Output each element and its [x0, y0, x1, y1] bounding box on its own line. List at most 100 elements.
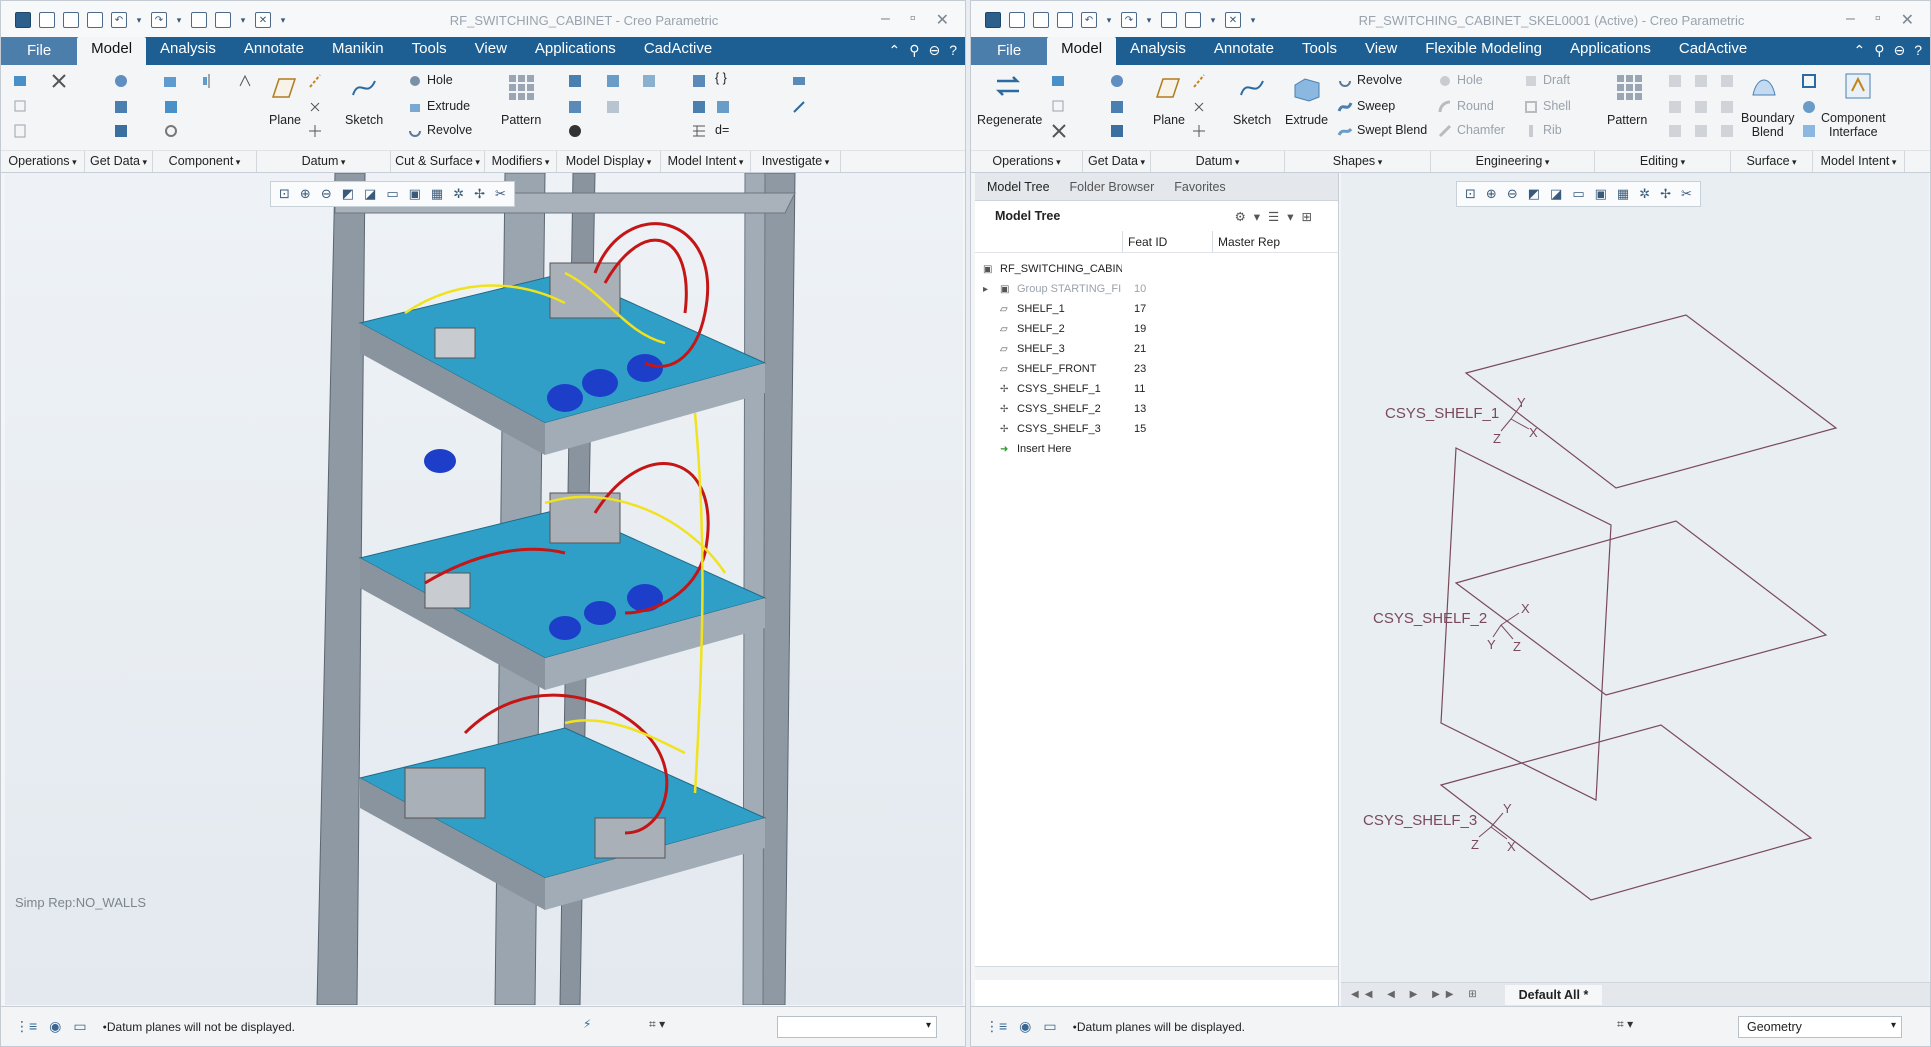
- datum-display-icon[interactable]: ✲: [453, 186, 464, 202]
- group-component[interactable]: Component: [153, 151, 257, 172]
- refit-icon[interactable]: ⊡: [1465, 186, 1476, 202]
- display-style-icon[interactable]: [605, 99, 621, 115]
- tab-annotate[interactable]: Annotate: [230, 37, 318, 65]
- repeat-icon[interactable]: [163, 123, 179, 139]
- group-operations[interactable]: Operations: [1, 151, 85, 172]
- creo-app-icon[interactable]: [15, 12, 31, 28]
- measure-icon[interactable]: [791, 73, 807, 89]
- repaint-icon[interactable]: ◩: [342, 186, 354, 202]
- column-master-rep[interactable]: Master Rep: [1212, 231, 1322, 252]
- drag-components-icon[interactable]: [237, 73, 253, 89]
- boundary-blend-icon[interactable]: [1749, 71, 1779, 101]
- plane-icon[interactable]: [1151, 73, 1181, 103]
- mirror-icon[interactable]: [201, 73, 217, 89]
- display-style-icon[interactable]: ◪: [1550, 186, 1562, 202]
- chevron-down-icon[interactable]: ▾: [135, 12, 143, 28]
- tab-applications[interactable]: Applications: [521, 37, 630, 65]
- group-get-data[interactable]: Get Data: [85, 151, 153, 172]
- regenerate-icon[interactable]: [1161, 12, 1177, 28]
- shell-button[interactable]: Shell: [1543, 99, 1571, 113]
- pattern-icon[interactable]: [1615, 73, 1645, 103]
- zoom-in-icon[interactable]: ⊕: [1486, 186, 1497, 202]
- shading-icon[interactable]: [567, 123, 583, 139]
- tab-analysis[interactable]: Analysis: [146, 37, 230, 65]
- parameters-icon[interactable]: [691, 73, 707, 89]
- group-investigate[interactable]: Investigate: [751, 151, 841, 172]
- plane-button[interactable]: Plane: [1153, 113, 1185, 127]
- chevron-down-icon[interactable]: ▾: [175, 12, 183, 28]
- search-icon[interactable]: ⚲: [909, 42, 919, 59]
- zoom-out-icon[interactable]: ⊖: [1507, 186, 1518, 202]
- extrude-icon[interactable]: [1291, 73, 1321, 103]
- saved-orientations-icon[interactable]: ▭: [1572, 186, 1584, 202]
- close-window-icon[interactable]: ✕: [255, 12, 271, 28]
- settings-icon[interactable]: ⊖: [1893, 42, 1905, 59]
- maximize-icon[interactable]: ▫: [1875, 10, 1881, 30]
- zoom-out-icon[interactable]: ⊖: [321, 186, 332, 202]
- point-icon[interactable]: [307, 99, 323, 115]
- tab-flexible-modeling[interactable]: Flexible Modeling: [1411, 37, 1556, 65]
- tab-cadactive[interactable]: CadActive: [630, 37, 726, 65]
- regenerate-icon[interactable]: [993, 71, 1023, 101]
- style-icon[interactable]: [1801, 73, 1817, 89]
- manage-views-icon[interactable]: [605, 73, 621, 89]
- perspective-icon[interactable]: ▦: [1617, 186, 1629, 202]
- hole-button[interactable]: Hole: [427, 73, 453, 87]
- help-icon[interactable]: ?: [949, 42, 957, 59]
- appearance-gallery-icon[interactable]: [567, 73, 583, 89]
- help-icon[interactable]: ?: [1914, 42, 1922, 59]
- regenerate-button[interactable]: Regenerate: [977, 113, 1042, 127]
- group-surface[interactable]: Surface: [1731, 151, 1813, 172]
- tab-folder-browser[interactable]: Folder Browser: [1062, 176, 1163, 198]
- group-operations[interactable]: Operations: [971, 151, 1083, 172]
- revolve-icon[interactable]: [1337, 73, 1353, 89]
- full-screen-icon[interactable]: ▭: [1043, 1018, 1056, 1035]
- relations-icon[interactable]: d=: [715, 123, 729, 137]
- chevron-down-icon[interactable]: ▾: [1145, 12, 1153, 28]
- datum-plane-shelf-3[interactable]: [1439, 724, 1813, 901]
- tab-favorites[interactable]: Favorites: [1166, 176, 1233, 198]
- tab-file[interactable]: File: [1, 37, 78, 65]
- axis-icon[interactable]: [307, 73, 323, 89]
- minimize-icon[interactable]: –: [1846, 10, 1855, 30]
- close-icon[interactable]: ✕: [936, 10, 949, 30]
- shrinkwrap-icon[interactable]: [113, 123, 129, 139]
- tab-file[interactable]: File: [971, 37, 1048, 65]
- merge-icon[interactable]: [1109, 123, 1125, 139]
- graphics-area[interactable]: ⊡ ⊕ ⊖ ◩ ◪ ▭ ▣ ▦ ✲ ✢ ✂ Simp Rep:NO_WALLS: [5, 173, 963, 1005]
- spin-center-icon[interactable]: ✢: [1660, 186, 1671, 202]
- user-defined-feature-icon[interactable]: [13, 73, 29, 89]
- sketch-button[interactable]: Sketch: [345, 113, 383, 127]
- save-icon[interactable]: [87, 12, 103, 28]
- regenerate-icon[interactable]: [191, 12, 207, 28]
- tree-item-csys-shelf-3[interactable]: ✢ CSYS_SHELF_3 15: [975, 419, 1338, 439]
- extrude-button[interactable]: Extrude: [427, 99, 470, 113]
- browser-toggle-icon[interactable]: ◉: [49, 1018, 61, 1035]
- coordinate-system-icon[interactable]: [307, 123, 323, 139]
- spin-center-icon[interactable]: ✢: [474, 186, 485, 202]
- table-icon[interactable]: [691, 123, 707, 139]
- windows-icon[interactable]: [1185, 12, 1201, 28]
- tree-horizontal-scrollbar[interactable]: [975, 966, 1338, 980]
- revolve-button[interactable]: Revolve: [1357, 73, 1402, 87]
- display-style-icon[interactable]: ◪: [364, 186, 376, 202]
- tree-item-group[interactable]: ▸ ▣ Group STARTING_FI 10: [975, 279, 1338, 299]
- shrinkwrap-icon[interactable]: [1109, 99, 1125, 115]
- group-modifiers[interactable]: Modifiers: [485, 151, 557, 172]
- skeleton-datum-planes[interactable]: CSYS_SHELF_1 CSYS_SHELF_2 CSYS_SHELF_3 Y…: [1341, 173, 1929, 983]
- chevron-down-icon[interactable]: ▾: [1209, 12, 1217, 28]
- delete-icon[interactable]: [51, 73, 67, 89]
- hole-icon[interactable]: [407, 73, 423, 89]
- group-editing[interactable]: Editing: [1595, 151, 1731, 172]
- user-feature-icon[interactable]: [113, 99, 129, 115]
- fill-icon[interactable]: [1801, 123, 1817, 139]
- sketch-icon[interactable]: [1237, 73, 1267, 103]
- chevron-down-icon[interactable]: ▾: [1105, 12, 1113, 28]
- find-icon[interactable]: ⌗ ▾: [1617, 1017, 1633, 1032]
- group-model-intent[interactable]: Model Intent: [661, 151, 751, 172]
- annotation-display-icon[interactable]: ✂: [495, 186, 506, 202]
- extrude-button[interactable]: Extrude: [1285, 113, 1328, 127]
- assemble-icon[interactable]: [113, 73, 129, 89]
- group-cut-surface[interactable]: Cut & Surface: [391, 151, 485, 172]
- tab-applications[interactable]: Applications: [1556, 37, 1665, 65]
